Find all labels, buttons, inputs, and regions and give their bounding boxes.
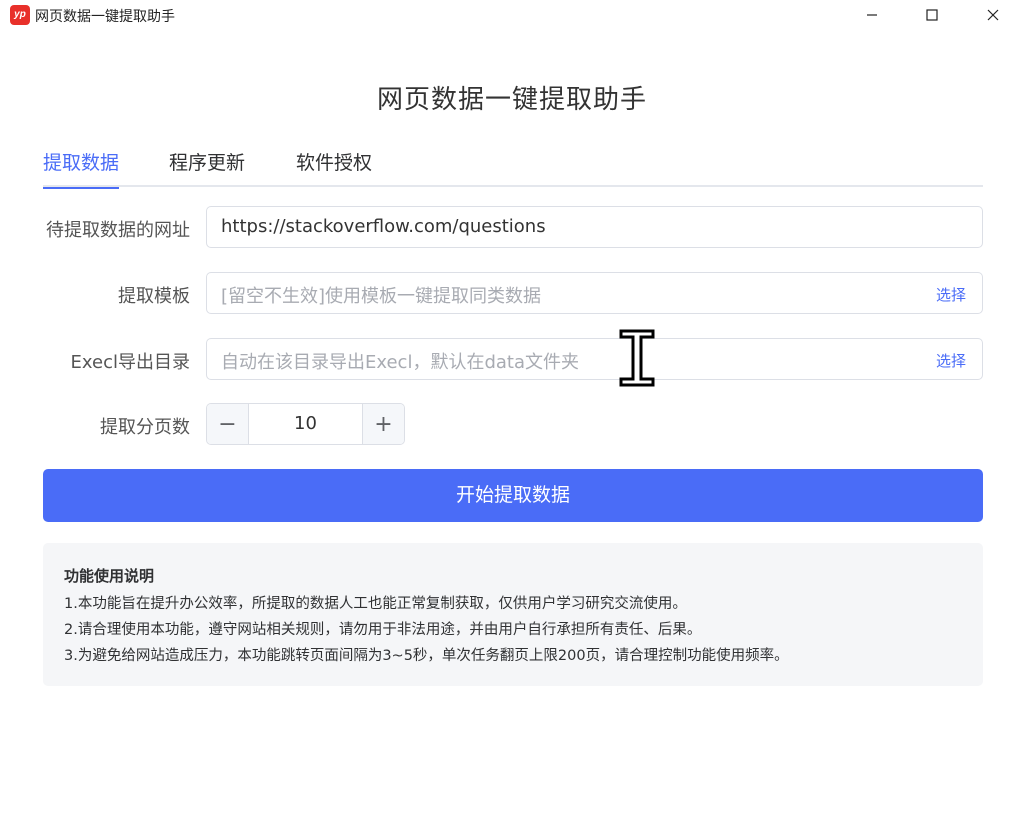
usage-notes: 功能使用说明 1.本功能旨在提升办公效率，所提取的数据人工也能正常复制获取，仅供… (43, 543, 983, 686)
tab-extract-data[interactable]: 提取数据 (43, 148, 120, 189)
minimize-button[interactable] (842, 0, 902, 30)
tab-program-update[interactable]: 程序更新 (169, 148, 245, 187)
window-title: 网页数据一键提取助手 (35, 9, 175, 25)
tab-software-license[interactable]: 软件授权 (296, 148, 372, 187)
decrement-button[interactable]: − (207, 404, 249, 444)
template-label: 提取模板 (118, 286, 190, 307)
close-icon (987, 9, 999, 21)
url-input[interactable]: https://stackoverflow.com/questions (206, 206, 983, 248)
maximize-button[interactable] (902, 0, 962, 30)
start-extract-button[interactable]: 开始提取数据 (43, 469, 983, 522)
minimize-icon (867, 14, 877, 16)
usage-note-line: 3.为避免给网站造成压力，本功能跳转页面间隔为3~5秒，单次任务翻页上限200页… (64, 648, 789, 664)
template-input-placeholder: [留空不生效]使用模板一键提取同类数据 (221, 286, 542, 307)
pages-label: 提取分页数 (100, 417, 190, 438)
usage-notes-title: 功能使用说明 (64, 567, 155, 585)
export-dir-label: Execl导出目录 (70, 352, 190, 373)
close-button[interactable] (963, 0, 1023, 30)
usage-note-line: 1.本功能旨在提升办公效率，所提取的数据人工也能正常复制获取，仅供用户学习研究交… (64, 596, 687, 612)
page-title: 网页数据一键提取助手 (376, 85, 647, 115)
template-input[interactable]: [留空不生效]使用模板一键提取同类数据 选择 (206, 272, 983, 314)
pages-stepper: − 10 + (206, 403, 405, 445)
usage-note-line: 2.请合理使用本功能，遵守网站相关规则，请勿用于非法用途，并由用户自行承担所有责… (64, 622, 702, 638)
export-dir-input[interactable]: 自动在该目录导出Execl，默认在data文件夹 选择 (206, 338, 983, 380)
tab-bar: 提取数据 程序更新 软件授权 (43, 140, 983, 189)
export-dir-select-button[interactable]: 选择 (936, 350, 966, 371)
title-bar: yp 网页数据一键提取助手 (0, 0, 1024, 30)
increment-button[interactable]: + (362, 404, 404, 444)
url-input-value: https://stackoverflow.com/questions (221, 216, 546, 237)
text-cursor-icon (619, 329, 655, 387)
url-label: 待提取数据的网址 (46, 220, 190, 241)
app-logo-icon: yp (10, 5, 30, 25)
maximize-icon (926, 9, 938, 21)
export-dir-input-placeholder: 自动在该目录导出Execl，默认在data文件夹 (221, 352, 579, 373)
template-select-button[interactable]: 选择 (936, 284, 966, 305)
pages-value[interactable]: 10 (249, 413, 362, 434)
